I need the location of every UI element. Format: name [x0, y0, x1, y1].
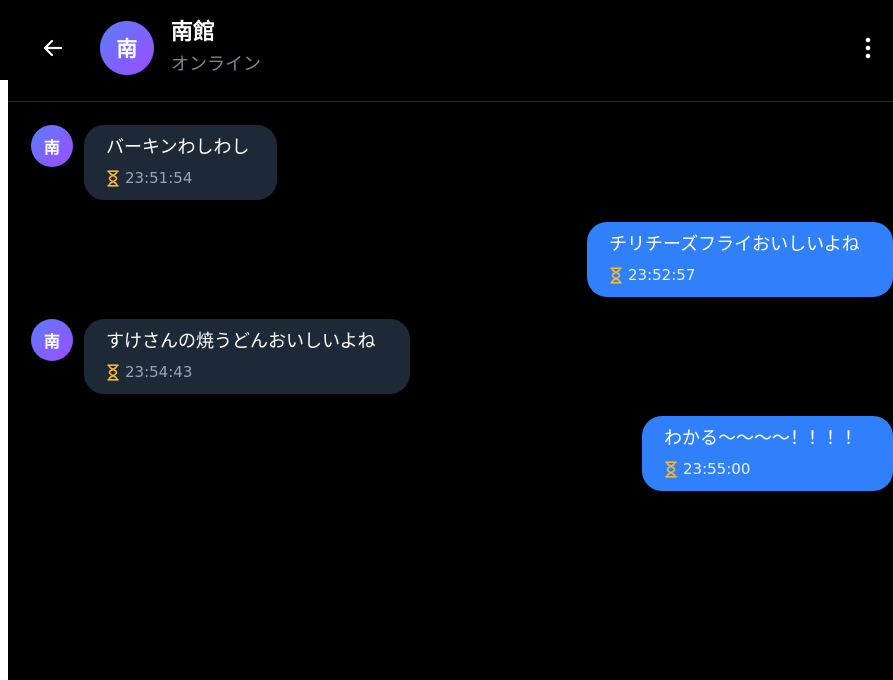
message-text: バーキンわしわし [106, 137, 250, 158]
chat-window: 南 南館 オンライン 南 バーキンわしわし 23:51:54 チリチーズフライお… [0, 0, 893, 680]
window-edge [0, 80, 8, 680]
back-button[interactable] [38, 34, 68, 62]
hourglass-icon [665, 460, 677, 478]
message-time: 23:54:43 [125, 363, 193, 381]
contact-name: 南館 [171, 20, 216, 45]
hourglass-icon [107, 363, 119, 381]
message-text: すけさんの焼うどんおいしいよね [106, 331, 376, 352]
sender-avatar[interactable]: 南 [31, 125, 73, 167]
contact-status: オンライン [171, 54, 261, 75]
message-text: チリチーズフライおいしいよね [609, 234, 860, 255]
message-time: 23:55:00 [683, 460, 751, 478]
message-meta: 23:54:43 [107, 363, 192, 381]
message-meta: 23:51:54 [107, 169, 192, 187]
message-time: 23:52:57 [628, 266, 696, 284]
sender-avatar[interactable]: 南 [31, 319, 73, 361]
hourglass-icon [610, 266, 622, 284]
contact-avatar[interactable]: 南 [100, 21, 154, 75]
message-bubble[interactable]: チリチーズフライおいしいよね 23:52:57 [587, 222, 893, 297]
more-options-button[interactable] [856, 34, 880, 62]
message-text: わかる〜〜〜〜！！！！ [664, 428, 862, 449]
message-time: 23:51:54 [125, 169, 193, 187]
message-bubble[interactable]: バーキンわしわし 23:51:54 [84, 125, 277, 200]
message-meta: 23:52:57 [610, 266, 695, 284]
message-bubble[interactable]: すけさんの焼うどんおいしいよね 23:54:43 [84, 319, 410, 394]
message-bubble[interactable]: わかる〜〜〜〜！！！！ 23:55:00 [642, 416, 893, 491]
more-vertical-icon [865, 37, 871, 59]
chat-header: 南 南館 オンライン [8, 0, 893, 102]
arrow-left-icon [43, 39, 63, 57]
hourglass-icon [107, 169, 119, 187]
message-meta: 23:55:00 [665, 460, 750, 478]
